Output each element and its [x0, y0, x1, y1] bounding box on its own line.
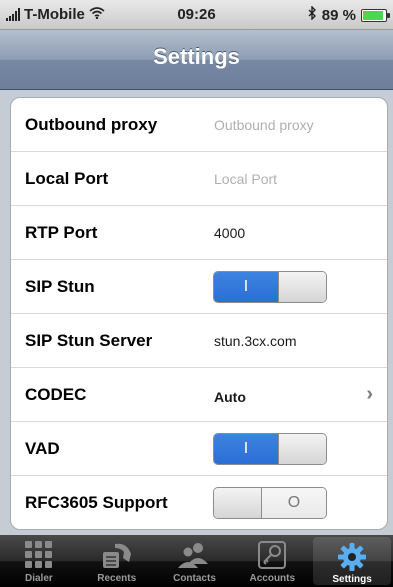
tab-dialer[interactable]: Dialer [0, 535, 78, 587]
local-port-row[interactable]: Local Port [11, 152, 387, 206]
tab-contacts[interactable]: Contacts [156, 535, 234, 587]
rfc3605-row: RFC3605 Support O [11, 476, 387, 529]
vad-toggle[interactable]: I [213, 432, 327, 465]
toggle-knob [278, 271, 326, 302]
outbound-proxy-label: Outbound proxy [25, 114, 158, 134]
local-port-input[interactable] [214, 166, 369, 191]
toggle-on-indicator: I [214, 271, 278, 302]
bluetooth-icon [308, 5, 317, 24]
contacts-icon [175, 538, 213, 572]
outbound-proxy-input[interactable] [214, 112, 369, 137]
tab-accounts[interactable]: Accounts [233, 535, 311, 587]
rtp-port-label: RTP Port [25, 222, 98, 242]
sip-stun-server-row[interactable]: SIP Stun Server stun.3cx.com [11, 314, 387, 368]
battery-icon [361, 8, 390, 22]
sip-stun-toggle[interactable]: I [213, 270, 327, 303]
status-bar: T-Mobile 09:26 89 % [0, 0, 393, 30]
gear-icon [333, 540, 371, 573]
keypad-icon [20, 538, 58, 572]
tab-label: Dialer [25, 573, 53, 584]
rtp-port-row[interactable]: RTP Port 4000 [11, 206, 387, 260]
toggle-knob [214, 487, 262, 518]
rfc3605-toggle[interactable]: O [213, 486, 327, 519]
rfc3605-label: RFC3605 Support [25, 492, 168, 512]
tab-label: Settings [332, 574, 372, 585]
chevron-right-icon: › [366, 383, 373, 405]
battery-area: 89 % [308, 5, 390, 24]
codec-label: CODEC [25, 384, 87, 404]
settings-table: Outbound proxy Local Port RTP Port 4000 … [10, 97, 388, 530]
sip-stun-server-field[interactable]: stun.3cx.com [214, 333, 296, 349]
codec-row[interactable]: CODEC Auto › [11, 368, 387, 422]
key-icon [253, 538, 291, 572]
sip-stun-row: SIP Stun I [11, 260, 387, 314]
navigation-bar: Settings [0, 30, 393, 90]
sip-stun-server-label: SIP Stun Server [25, 330, 153, 350]
page-title: Settings [153, 44, 240, 69]
battery-percent: 89 % [321, 6, 356, 24]
tab-settings[interactable]: Settings [313, 537, 391, 585]
sip-stun-label: SIP Stun [25, 276, 95, 296]
toggle-knob [278, 433, 326, 464]
tab-label: Recents [97, 573, 137, 584]
toggle-on-indicator: I [214, 433, 278, 464]
codec-value: Auto [214, 389, 246, 405]
toggle-off-indicator: O [262, 487, 326, 518]
local-port-label: Local Port [25, 168, 109, 188]
tab-label: Contacts [173, 573, 216, 584]
vad-row: VAD I [11, 422, 387, 476]
outbound-proxy-row[interactable]: Outbound proxy [11, 98, 387, 152]
tab-recents[interactable]: Recents [78, 535, 156, 587]
tab-label: Accounts [249, 573, 296, 584]
rtp-port-field[interactable]: 4000 [214, 225, 245, 241]
phone-icon [98, 538, 136, 572]
vad-label: VAD [25, 438, 60, 458]
tab-bar: Dialer Recents Contacts Accounts Setting… [0, 535, 393, 587]
